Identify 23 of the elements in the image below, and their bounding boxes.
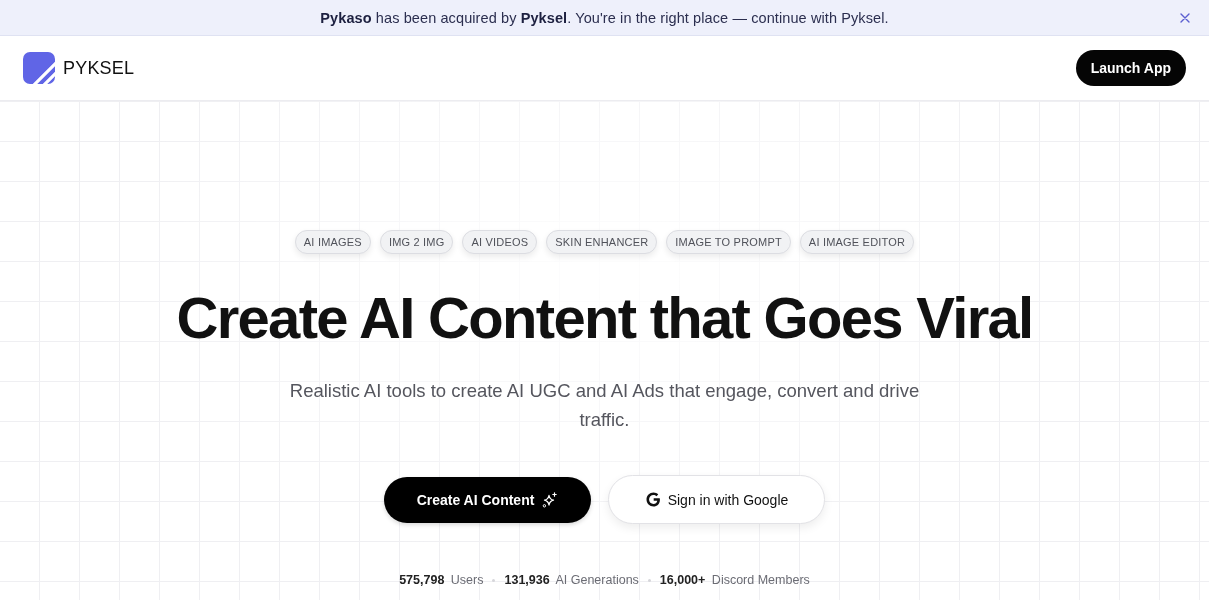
separator-dot-icon [492,578,496,582]
feature-tag[interactable]: IMG 2 IMG [379,230,454,254]
launch-app-button[interactable]: Launch App [1075,50,1186,86]
google-icon [644,491,662,508]
hero-title: Create AI Content that Goes Viral [176,284,1033,352]
stat-text: 575,798 Users [399,573,484,587]
feature-tag[interactable]: AI IMAGE EDITOR [799,230,915,254]
logo-link[interactable]: PYKSEL [23,52,135,84]
announcement-text: Pykaso has been acquired by Pyksel. You're in the right place — continue with Pyksel. [320,9,889,26]
sparkles-icon [542,491,559,508]
close-icon [1180,13,1190,23]
logo-icon [23,52,55,84]
separator-dot-icon [647,578,651,582]
create-content-button[interactable]: Create AI Content [384,476,591,523]
feature-tag[interactable]: SKIN ENHANCER [546,230,658,254]
feature-tag[interactable]: AI VIDEOS [462,230,538,254]
logo-text: PYKSEL [63,57,135,79]
stat-text: 131,936 AI Generations [504,573,639,587]
stat-text: 16,000+ Discord Members [659,573,810,587]
feature-tag[interactable]: IMAGE TO PROMPT [666,230,791,254]
feature-tag[interactable]: AI IMAGES [294,230,371,254]
hero-subtitle: Realistic AI tools to create AI UGC and AI Ads that engage, convert and drive traffic. [288,379,921,432]
google-sign-in-button[interactable]: Sign in with Google [608,475,825,524]
